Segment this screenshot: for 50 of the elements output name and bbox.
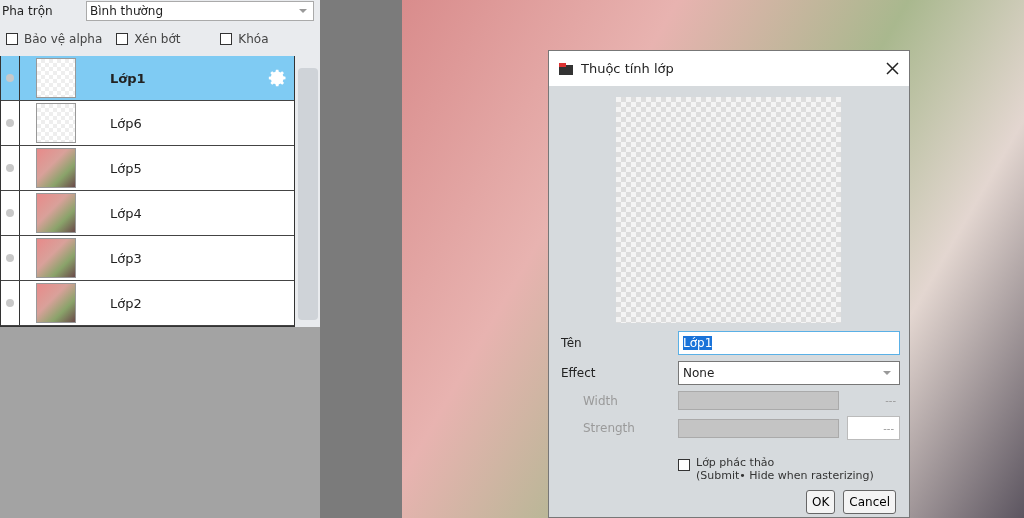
draft-label: Lớp phác thảo [696,456,776,469]
visibility-dot-icon [6,209,14,217]
checkbox-label: Khóa [238,32,269,46]
width-label: Width [582,393,619,408]
visibility-dot-icon [6,254,14,262]
visibility-dot-icon [6,119,14,127]
blend-dropdown[interactable]: Bình thường [86,1,314,21]
layer-name: Lớp1 [110,70,147,86]
layer-row[interactable]: Lớp1 [1,56,294,101]
layer-row[interactable]: Lớp5 [1,146,294,191]
layer-row[interactable]: Lớp3 [1,236,294,281]
app-icon [559,62,573,75]
checkbox[interactable] [116,33,129,45]
blend-label: Pha trộn [1,4,54,18]
checkbox[interactable] [220,33,233,45]
checkbox-label: Bảo vệ alpha [24,32,103,46]
checkbox[interactable] [6,33,18,45]
visibility-dot-icon [6,164,14,172]
photo-thumbnail [36,238,76,278]
caret-icon [299,9,307,13]
width-reading: --- [885,395,897,406]
photo-thumbnail [36,148,76,188]
transparent-thumbnail [36,103,76,143]
caret-icon [883,371,891,375]
layer-name: Lớp5 [110,160,143,176]
layer-row[interactable]: Lớp6 [1,101,294,146]
name-field[interactable]: Lớp1 [678,331,900,355]
dialog-button[interactable]: Cancel [843,490,896,514]
photo-thumbnail [36,283,76,323]
effect-dropdown[interactable]: None [678,361,900,385]
layer-row[interactable]: Lớp4 [1,191,294,236]
layer-row[interactable]: Lớp2 [1,281,294,326]
dialog-title: Thuộc tính lớp [581,61,675,76]
effect-label: Effect [561,366,597,380]
photo-thumbnail [36,193,76,233]
name-label: Tên [561,336,583,350]
layer-name: Lớp6 [110,115,143,131]
transparent-thumbnail [36,58,76,98]
layer-name: Lớp3 [110,250,143,266]
dialog-button[interactable]: OK [806,490,836,514]
scrollbar[interactable] [298,68,318,320]
visibility-dot-icon [6,299,14,307]
checkbox-label: Xén bớt [134,32,181,46]
close-icon[interactable] [886,62,899,75]
strength-label: Strength [582,421,636,435]
draft-checkbox[interactable] [678,459,690,471]
draft-note: (Submit• Hide when rasterizing) [696,469,874,482]
layer-name: Lớp2 [110,295,143,311]
layer-name: Lớp4 [110,205,143,221]
visibility-dot-icon [6,74,14,82]
